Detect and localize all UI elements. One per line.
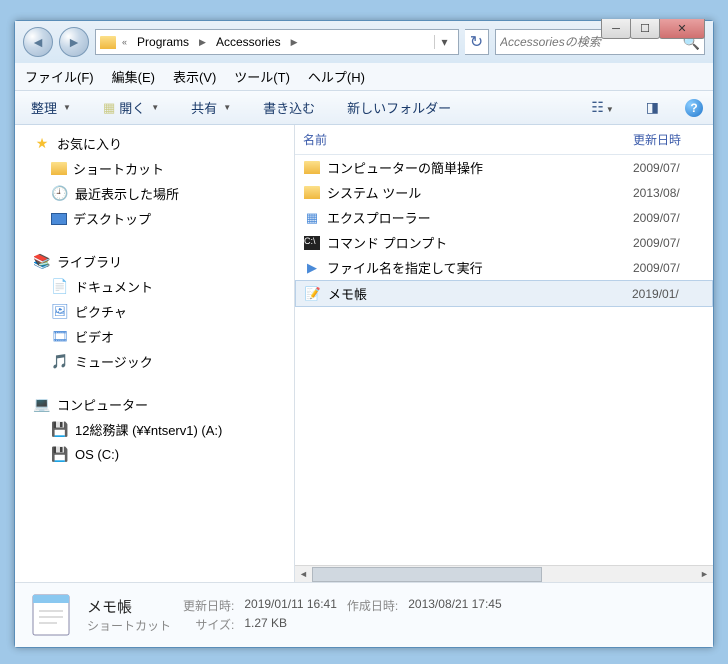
file-row[interactable]: コンピューターの簡単操作 2009/07/ bbox=[295, 155, 713, 180]
close-button[interactable]: ✕ bbox=[659, 19, 705, 39]
view-mode-button[interactable]: ☷▼ bbox=[585, 96, 619, 119]
library-icon: 📚 bbox=[33, 253, 51, 271]
document-icon: 📄 bbox=[51, 278, 69, 296]
file-row[interactable]: 📝 メモ帳 2019/01/ bbox=[295, 280, 713, 307]
content-pane: 名前 更新日時 コンピューターの簡単操作 2009/07/システム ツール 2013… bbox=[295, 125, 713, 582]
file-icon: C:\ bbox=[303, 234, 321, 252]
file-row[interactable]: システム ツール 2013/08/ bbox=[295, 180, 713, 205]
menu-file[interactable]: ファイル(F) bbox=[25, 67, 94, 86]
nav-videos[interactable]: 🎞ビデオ bbox=[15, 324, 294, 349]
file-date: 2009/07/ bbox=[633, 211, 713, 225]
details-pane: メモ帳 ショートカット 更新日時: 2019/01/11 16:41 作成日時:… bbox=[15, 582, 713, 647]
nav-computer[interactable]: 💻コンピューター bbox=[15, 392, 294, 417]
file-row[interactable]: ▶ ファイル名を指定して実行 2009/07/ bbox=[295, 255, 713, 280]
file-name: ファイル名を指定して実行 bbox=[327, 258, 483, 277]
chevron-icon[interactable]: ▶ bbox=[195, 37, 210, 48]
video-icon: 🎞 bbox=[51, 328, 69, 346]
share-button[interactable]: 共有▼ bbox=[185, 95, 237, 120]
file-row[interactable]: C:\ コマンド プロンプト 2009/07/ bbox=[295, 230, 713, 255]
help-icon[interactable]: ? bbox=[685, 99, 703, 117]
label-created: 作成日時: bbox=[347, 597, 398, 614]
navigation-pane: ★お気に入り ショートカット 🕘最近表示した場所 デスクトップ 📚ライブラリ 📄… bbox=[15, 125, 295, 582]
nav-desktop[interactable]: デスクトップ bbox=[15, 206, 294, 231]
column-headers: 名前 更新日時 bbox=[295, 125, 713, 155]
file-date: 2009/07/ bbox=[633, 161, 713, 175]
address-bar[interactable]: « Programs ▶ Accessories ▶ ▾ bbox=[95, 29, 459, 55]
refresh-button[interactable]: ↻ bbox=[465, 29, 489, 55]
recent-icon: 🕘 bbox=[51, 185, 69, 203]
file-date: 2013/08/ bbox=[633, 186, 713, 200]
details-name: メモ帳 bbox=[87, 596, 171, 617]
file-icon: ▶ bbox=[303, 259, 321, 277]
scroll-right[interactable]: ► bbox=[696, 569, 713, 579]
folder-icon bbox=[100, 36, 116, 49]
breadcrumb-root[interactable]: « bbox=[118, 37, 131, 47]
file-name: コマンド プロンプト bbox=[327, 233, 447, 252]
star-icon: ★ bbox=[33, 135, 51, 153]
file-icon: ▦ bbox=[303, 209, 321, 227]
scroll-thumb[interactable] bbox=[312, 567, 542, 582]
file-icon: 📝 bbox=[304, 285, 322, 303]
nav-libraries[interactable]: 📚ライブラリ bbox=[15, 249, 294, 274]
nav-recent[interactable]: 🕘最近表示した場所 bbox=[15, 181, 294, 206]
drive-icon: 💾 bbox=[51, 421, 69, 439]
file-row[interactable]: ▦ エクスプローラー 2009/07/ bbox=[295, 205, 713, 230]
menu-view[interactable]: 表示(V) bbox=[173, 67, 216, 86]
preview-pane-button[interactable]: ◨ bbox=[640, 96, 665, 119]
file-date: 2019/01/ bbox=[632, 287, 712, 301]
forward-button[interactable]: ► bbox=[59, 27, 89, 57]
folder-icon bbox=[51, 162, 67, 175]
menu-edit[interactable]: 編集(E) bbox=[112, 67, 155, 86]
nav-drive-a[interactable]: 💾12総務課 (¥¥ntserv1) (A:) bbox=[15, 417, 294, 442]
nav-favorites[interactable]: ★お気に入り bbox=[15, 131, 294, 156]
minimize-button[interactable]: ─ bbox=[601, 19, 631, 39]
computer-icon: 💻 bbox=[33, 396, 51, 414]
value-created: 2013/08/21 17:45 bbox=[408, 597, 501, 614]
chevron-icon[interactable]: ▶ bbox=[287, 37, 302, 48]
menu-bar: ファイル(F) 編集(E) 表示(V) ツール(T) ヘルプ(H) bbox=[15, 63, 713, 91]
toolbar: 整理▼ ▦開く▼ 共有▼ 書き込む 新しいフォルダー ☷▼ ◨ ? bbox=[15, 91, 713, 125]
explorer-window: ─ ☐ ✕ ◄ ► « Programs ▶ Accessories ▶ ▾ ↻… bbox=[14, 20, 714, 648]
label-modified: 更新日時: bbox=[183, 597, 234, 614]
nav-documents[interactable]: 📄ドキュメント bbox=[15, 274, 294, 299]
drive-icon: 💾 bbox=[51, 445, 69, 463]
file-name: エクスプローラー bbox=[327, 208, 431, 227]
music-icon: 🎵 bbox=[51, 353, 69, 371]
file-name: システム ツール bbox=[327, 183, 421, 202]
nav-drive-c[interactable]: 💾OS (C:) bbox=[15, 442, 294, 466]
menu-help[interactable]: ヘルプ(H) bbox=[308, 67, 365, 86]
menu-tools[interactable]: ツール(T) bbox=[234, 67, 290, 86]
breadcrumb-programs[interactable]: Programs bbox=[133, 35, 193, 49]
desktop-icon bbox=[51, 213, 67, 225]
nav-music[interactable]: 🎵ミュージック bbox=[15, 349, 294, 374]
picture-icon: 🖼 bbox=[51, 303, 69, 321]
label-size: サイズ: bbox=[183, 616, 234, 633]
newfolder-button[interactable]: 新しいフォルダー bbox=[341, 95, 457, 120]
burn-button[interactable]: 書き込む bbox=[257, 95, 321, 120]
file-name: コンピューターの簡単操作 bbox=[327, 158, 483, 177]
horizontal-scrollbar[interactable]: ◄ ► bbox=[295, 565, 713, 582]
nav-shortcuts[interactable]: ショートカット bbox=[15, 156, 294, 181]
file-date: 2009/07/ bbox=[633, 236, 713, 250]
col-name[interactable]: 名前 bbox=[295, 131, 633, 148]
file-date: 2009/07/ bbox=[633, 261, 713, 275]
file-list: コンピューターの簡単操作 2009/07/システム ツール 2013/08/ ▦ エクス… bbox=[295, 155, 713, 565]
scroll-left[interactable]: ◄ bbox=[295, 569, 312, 579]
address-dropdown[interactable]: ▾ bbox=[434, 35, 454, 49]
file-icon bbox=[303, 184, 321, 202]
maximize-button[interactable]: ☐ bbox=[630, 19, 660, 39]
breadcrumb-accessories[interactable]: Accessories bbox=[212, 35, 285, 49]
notepad-icon bbox=[27, 591, 75, 639]
col-date[interactable]: 更新日時 bbox=[633, 131, 713, 148]
details-type: ショートカット bbox=[87, 617, 171, 634]
file-icon bbox=[303, 159, 321, 177]
open-button[interactable]: ▦開く▼ bbox=[97, 95, 165, 120]
back-button[interactable]: ◄ bbox=[23, 27, 53, 57]
value-modified: 2019/01/11 16:41 bbox=[244, 597, 337, 614]
value-size: 1.27 KB bbox=[244, 616, 337, 633]
nav-pictures[interactable]: 🖼ピクチャ bbox=[15, 299, 294, 324]
organize-button[interactable]: 整理▼ bbox=[25, 95, 77, 120]
file-name: メモ帳 bbox=[328, 284, 367, 303]
